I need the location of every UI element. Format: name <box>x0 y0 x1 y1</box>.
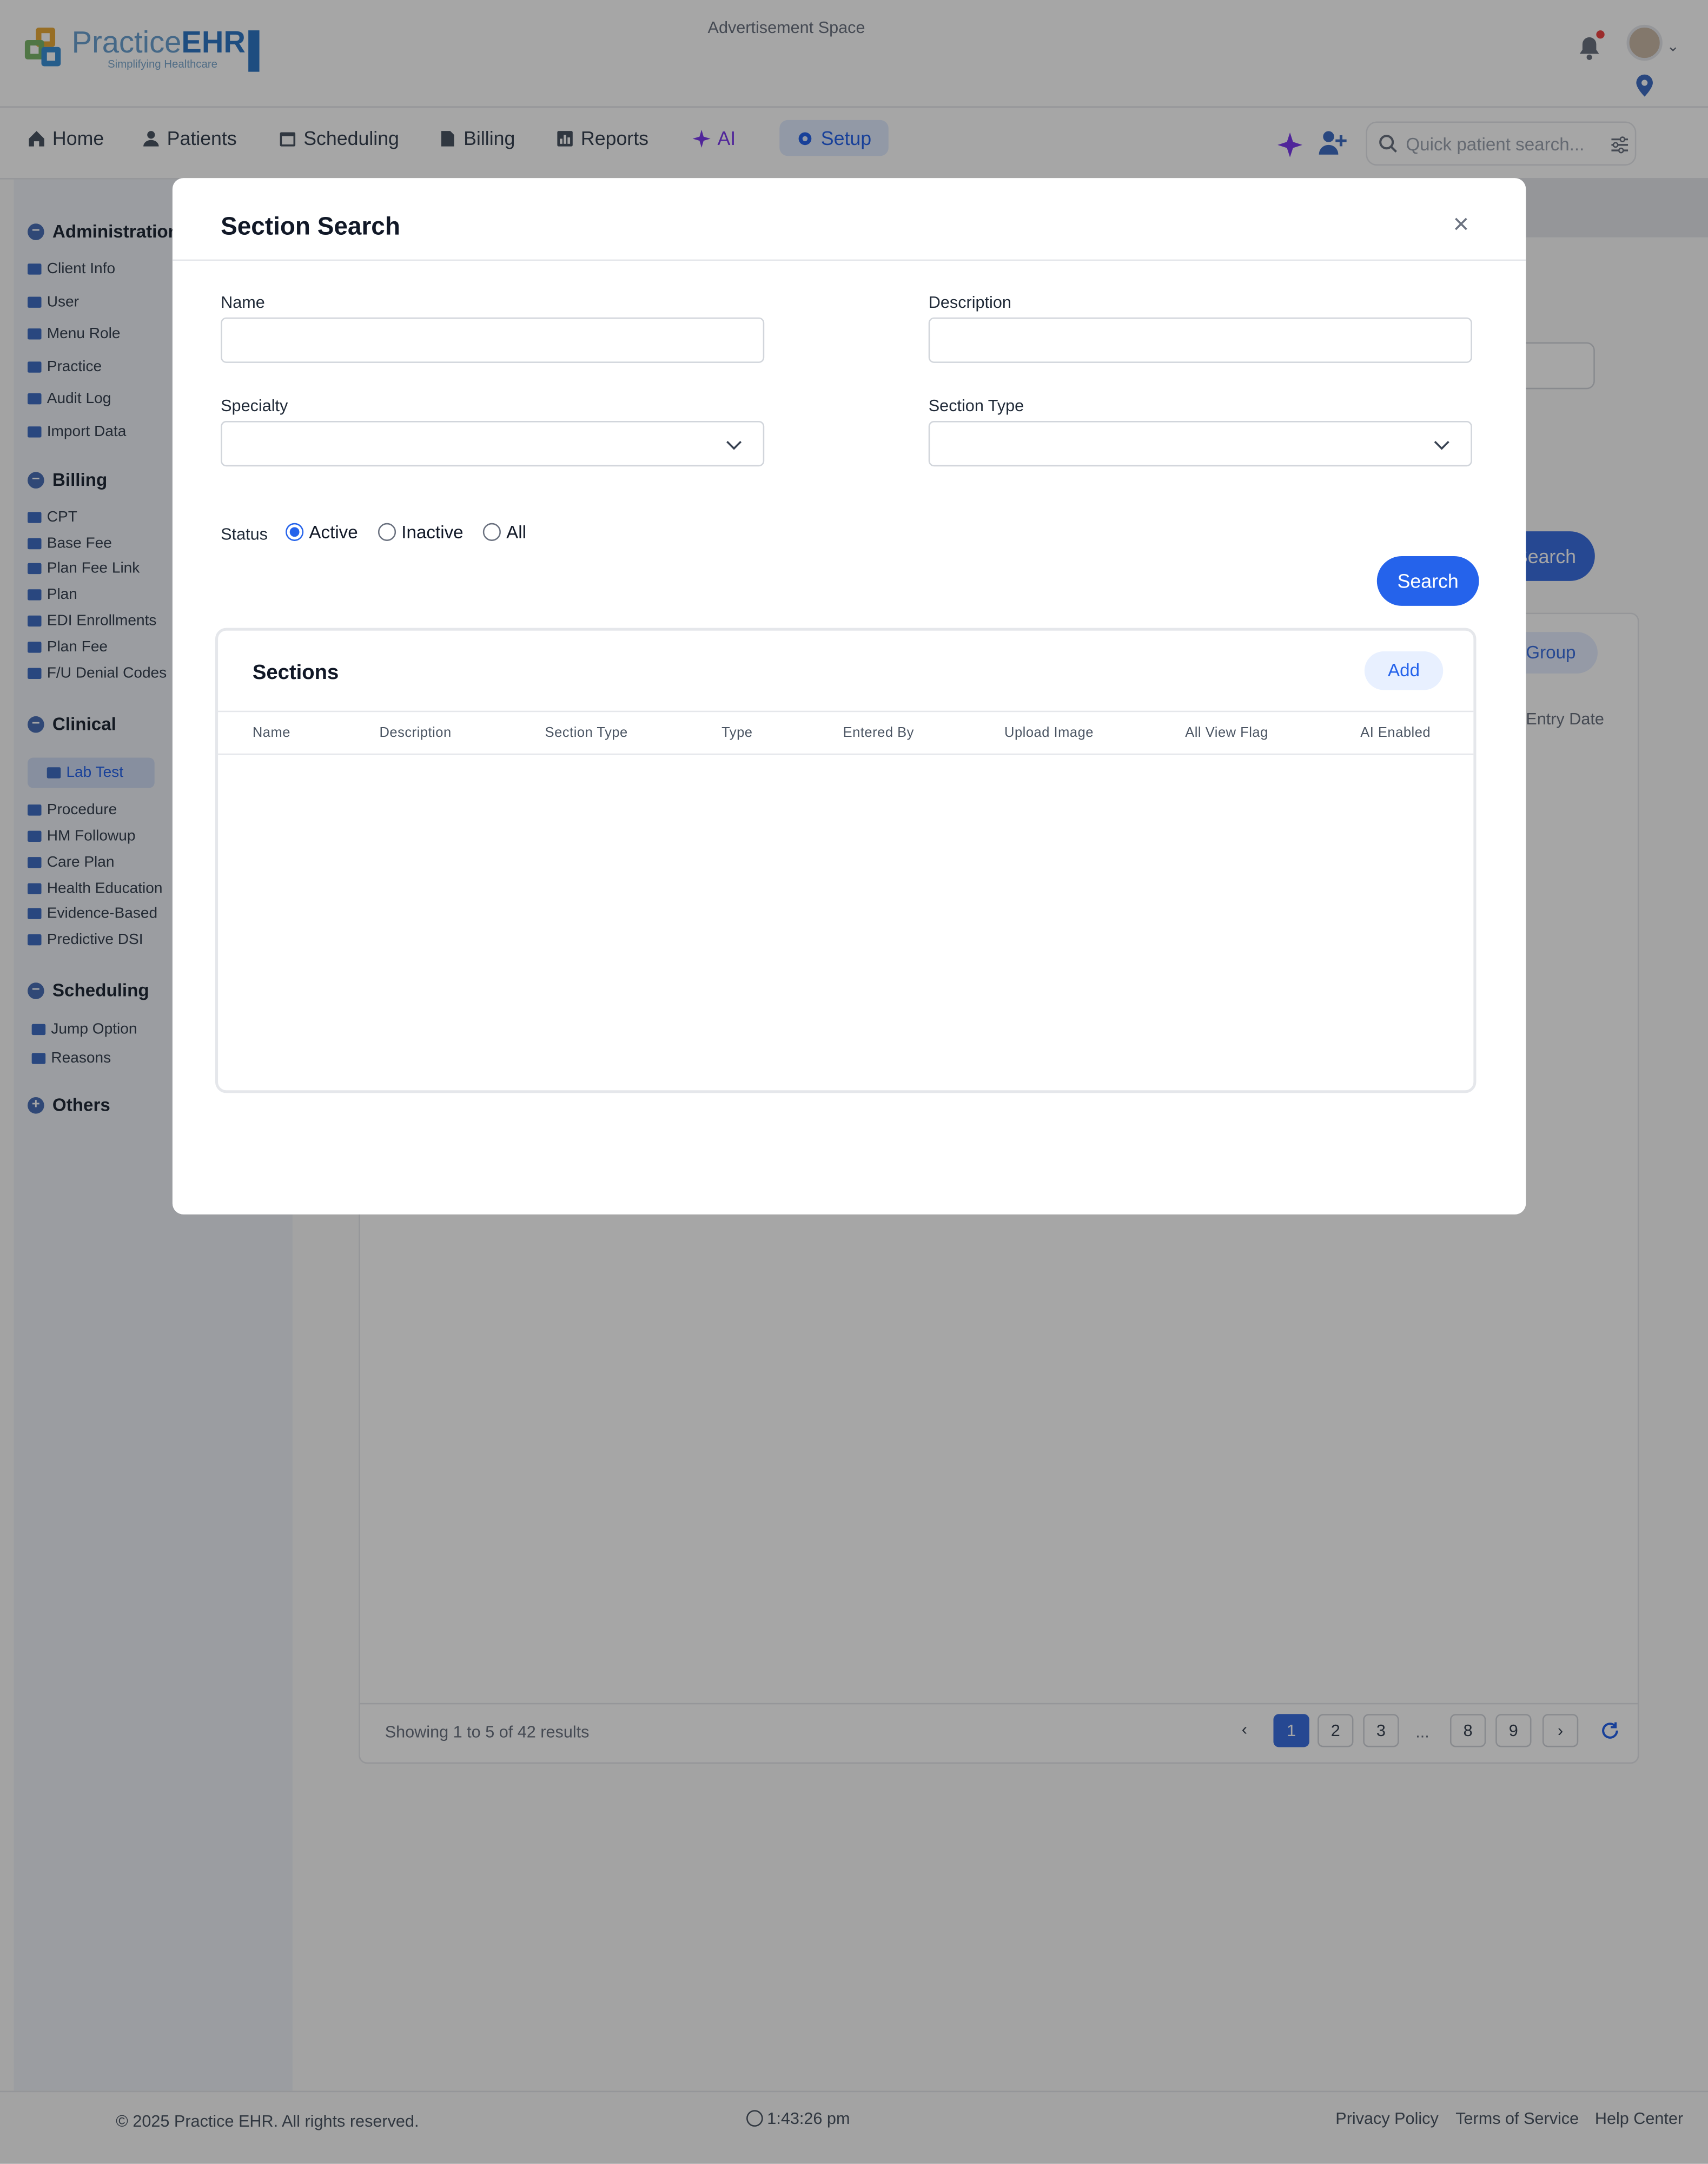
radio-label: Active <box>309 522 358 543</box>
column-header-name[interactable]: Name <box>253 726 290 741</box>
add-section-button[interactable]: Add <box>1364 651 1444 690</box>
status-radio-all[interactable]: All <box>482 522 527 543</box>
column-header-type[interactable]: Type <box>721 726 752 741</box>
radio-label: Inactive <box>401 522 464 543</box>
close-icon[interactable]: × <box>1450 211 1472 239</box>
specialty-select[interactable] <box>221 421 765 467</box>
chevron-down-icon <box>726 441 742 450</box>
radio-button[interactable] <box>482 523 501 541</box>
name-input[interactable] <box>221 317 765 363</box>
section-type-select[interactable] <box>928 421 1472 467</box>
status-radio-active[interactable]: Active <box>286 522 358 543</box>
section-type-label: Section Type <box>928 396 1024 415</box>
section-search-modal: Section Search × Name Description Specia… <box>172 178 1526 1215</box>
column-header-entered-by[interactable]: Entered By <box>843 726 914 741</box>
status-radio-inactive[interactable]: Inactive <box>378 522 464 543</box>
description-input[interactable] <box>928 317 1472 363</box>
modal-title: Section Search <box>221 212 400 240</box>
name-label: Name <box>221 292 265 312</box>
sections-card: Sections Add Name Description Section Ty… <box>215 628 1477 1093</box>
sections-title: Sections <box>252 661 339 685</box>
column-header-all-view-flag[interactable]: All View Flag <box>1185 726 1268 741</box>
sections-table-header: Name Description Section Type Type Enter… <box>218 710 1474 755</box>
radio-button-checked[interactable] <box>286 523 304 541</box>
radio-label: All <box>506 522 527 543</box>
chevron-down-icon <box>1434 441 1449 450</box>
column-header-section-type[interactable]: Section Type <box>545 726 628 741</box>
column-header-description[interactable]: Description <box>379 726 451 741</box>
specialty-label: Specialty <box>221 396 288 415</box>
radio-button[interactable] <box>378 523 396 541</box>
column-header-upload-image[interactable]: Upload Image <box>1004 726 1094 741</box>
search-button[interactable]: Search <box>1376 556 1479 606</box>
app-window: PracticeEHR Simplifying Healthcare Adver… <box>0 0 1708 2164</box>
status-label: Status <box>221 524 268 544</box>
divider <box>172 259 1526 261</box>
description-label: Description <box>928 292 1011 312</box>
column-header-ai-enabled[interactable]: AI Enabled <box>1360 726 1431 741</box>
